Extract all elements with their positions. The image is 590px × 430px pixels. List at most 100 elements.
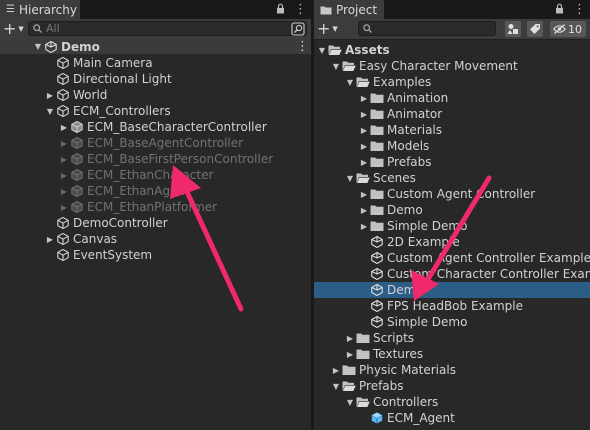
folder-open-icon [328,43,342,57]
unity-scene-icon [44,40,58,54]
hierarchy-item-ecm-controllers[interactable]: ▼ ECM_Controllers [44,103,171,119]
hierarchy-item-ecm-ethancharacter[interactable]: ▶ ECM_EthanCharacter [58,167,214,183]
hierarchy-search-input[interactable] [42,22,126,35]
project-item-simple-demo[interactable]: Simple Demo [358,314,467,330]
collapsed-arrow-icon[interactable]: ▶ [358,110,370,119]
lock-icon[interactable] [555,3,564,17]
collapsed-arrow-icon[interactable]: ▶ [358,94,370,103]
hidden-packages-count: 10 [568,22,582,36]
hierarchy-item-ecm-basefirstpersoncontroller[interactable]: ▶ ECM_BaseFirstPersonController [58,151,273,167]
add-object-button[interactable]: + ▼ [3,20,24,38]
scene-header-row[interactable]: ▼ Demo ⋮ [0,39,311,54]
collapsed-arrow-icon[interactable]: ▶ [44,235,56,244]
project-item-scenes[interactable]: ▼ Scenes [344,170,416,186]
project-item-demo[interactable]: Demo [314,282,590,298]
project-item-prefabs[interactable]: ▼ Prefabs [330,378,404,394]
more-options-icon[interactable]: ⋮ [573,3,586,16]
project-item-examples[interactable]: ▼ Examples [344,74,431,90]
project-item-prefabs[interactable]: ▶ Prefabs [358,154,432,170]
collapsed-arrow-icon[interactable]: ▶ [358,206,370,215]
gameobject-cube-icon [56,104,70,118]
collapsed-arrow-icon[interactable]: ▶ [358,126,370,135]
search-by-label-button[interactable] [527,21,543,37]
expanded-arrow-icon[interactable]: ▼ [316,46,328,55]
project-item-simple-demo[interactable]: ▶ Simple Demo [358,218,468,234]
project-item-animator[interactable]: ▶ Animator [358,106,442,122]
unity-scene-icon [370,299,384,313]
collapsed-arrow-icon[interactable]: ▶ [58,203,70,212]
project-search-input[interactable] [372,22,486,35]
collapsed-arrow-icon[interactable]: ▶ [330,366,342,375]
scene-options-icon[interactable]: ⋮ [296,40,309,53]
project-item-physic-materials[interactable]: ▶ Physic Materials [330,362,456,378]
hierarchy-item-canvas[interactable]: ▶ Canvas [44,231,117,247]
hierarchy-item-label: Main Camera [73,56,153,70]
project-item-materials[interactable]: ▶ Materials [358,122,442,138]
folder-open-icon [342,379,356,393]
expanded-arrow-icon[interactable]: ▼ [344,398,356,407]
collapsed-arrow-icon[interactable]: ▶ [58,123,70,132]
collapsed-arrow-icon[interactable]: ▶ [44,91,56,100]
collapsed-arrow-icon[interactable]: ▶ [344,350,356,359]
expanded-arrow-icon[interactable]: ▼ [330,62,342,71]
hierarchy-tab[interactable]: ☰ Hierarchy [0,0,80,19]
gameobject-cube-icon [56,216,70,230]
collapsed-arrow-icon[interactable]: ▶ [358,158,370,167]
more-options-icon[interactable]: ⋮ [294,3,307,16]
prefab-instance-icon [70,168,84,182]
unity-scene-icon [370,251,384,265]
collapsed-arrow-icon[interactable]: ▶ [58,187,70,196]
create-asset-button[interactable]: + ▼ [317,20,338,38]
project-item-models[interactable]: ▶ Models [358,138,429,154]
collapsed-arrow-icon[interactable]: ▶ [58,155,70,164]
expanded-arrow-icon[interactable]: ▼ [32,42,44,51]
hierarchy-item-directional-light[interactable]: Directional Light [44,71,172,87]
lock-icon[interactable] [276,3,285,17]
project-item-label: Animation [387,91,449,105]
folder-icon [370,91,384,105]
project-tab[interactable]: Project [314,0,384,19]
hierarchy-item-main-camera[interactable]: Main Camera [44,55,153,71]
collapsed-arrow-icon[interactable]: ▶ [58,139,70,148]
project-search[interactable] [358,21,496,36]
hierarchy-item-eventsystem[interactable]: EventSystem [44,247,152,263]
hierarchy-item-world[interactable]: ▶ World [44,87,107,103]
hierarchy-item-ecm-basecharactercontroller[interactable]: ▶ ECM_BaseCharacterController [58,119,267,135]
hierarchy-item-ecm-ethanagent[interactable]: ▶ ECM_EthanAgent [58,183,190,199]
project-item-label: Materials [387,123,443,137]
hierarchy-search[interactable] [28,21,307,36]
project-item-easy-character-movement[interactable]: ▼ Easy Character Movement [330,58,518,74]
search-by-type-button[interactable] [505,21,521,37]
project-item-assets[interactable]: ▼ Assets [316,42,390,58]
project-item-custom-agent-controller-example[interactable]: Custom Agent Controller Example [358,250,590,266]
hierarchy-item-democontroller[interactable]: DemoController [44,215,168,231]
project-item-label: Prefabs [359,379,404,393]
expanded-arrow-icon[interactable]: ▼ [344,174,356,183]
hidden-packages-toggle[interactable]: 10 [550,21,586,37]
collapsed-arrow-icon[interactable]: ▶ [358,142,370,151]
collapsed-arrow-icon[interactable]: ▶ [358,190,370,199]
expanded-arrow-icon[interactable]: ▼ [330,382,342,391]
project-item-custom-agent-controller[interactable]: ▶ Custom Agent Controller [358,186,535,202]
expanded-arrow-icon[interactable]: ▼ [44,107,56,116]
project-item-label: Custom Agent Controller Example [387,251,590,265]
collapsed-arrow-icon[interactable]: ▶ [58,171,70,180]
hierarchy-item-ecm-baseagentcontroller[interactable]: ▶ ECM_BaseAgentController [58,135,243,151]
project-item-animation[interactable]: ▶ Animation [358,90,448,106]
folder-open-icon [356,395,370,409]
project-item-scripts[interactable]: ▶ Scripts [344,330,414,346]
collapsed-arrow-icon[interactable]: ▶ [344,334,356,343]
folder-icon [370,139,384,153]
search-filter-button[interactable] [290,21,306,37]
project-item-label: Easy Character Movement [359,59,518,73]
hierarchy-item-ecm-ethanplatformer[interactable]: ▶ ECM_EthanPlatformer [58,199,217,215]
project-item-demo[interactable]: ▶ Demo [358,202,423,218]
collapsed-arrow-icon[interactable]: ▶ [358,222,370,231]
project-item-controllers[interactable]: ▼ Controllers [344,394,438,410]
expanded-arrow-icon[interactable]: ▼ [344,78,356,87]
project-item-custom-character-controller-example[interactable]: Custom Character Controller Example [358,266,590,282]
project-item-2d-example[interactable]: 2D Example [358,234,460,250]
project-item-ecm-agent[interactable]: ECM_Agent [358,410,455,426]
project-item-fps-headbob-example[interactable]: FPS HeadBob Example [358,298,523,314]
project-item-textures[interactable]: ▶ Textures [344,346,423,362]
